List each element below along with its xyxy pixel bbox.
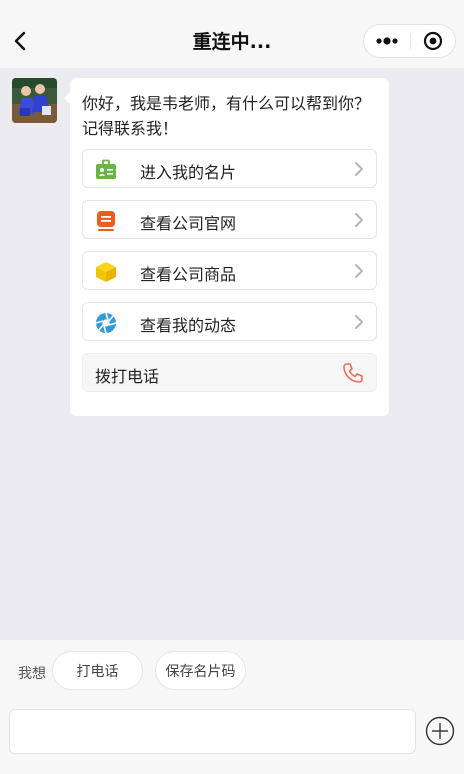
chevron-right-icon xyxy=(355,162,363,176)
menu-item-label: 查看公司官网 xyxy=(140,214,237,233)
call-phone-button[interactable]: 拨打电话 xyxy=(82,353,377,392)
add-attachment-button[interactable] xyxy=(425,716,455,746)
more-dots-icon xyxy=(376,37,398,45)
more-button[interactable] xyxy=(364,25,410,57)
menu-item-my-moments[interactable]: 查看我的动态 xyxy=(82,302,377,341)
website-icon xyxy=(97,211,115,231)
quick-reply-label: 我想 xyxy=(18,666,46,682)
camera-aperture-icon xyxy=(95,312,117,334)
target-circle-icon xyxy=(423,31,443,51)
menu-item-business-card[interactable]: 进入我的名片 xyxy=(82,149,377,188)
chevron-right-icon xyxy=(355,264,363,278)
phone-icon xyxy=(343,363,363,383)
call-phone-label: 拨打电话 xyxy=(95,367,160,386)
message-input[interactable] xyxy=(9,709,416,754)
product-box-icon xyxy=(96,262,116,282)
business-card-icon xyxy=(96,159,116,179)
bottom-bar: 我想 打电话 保存名片码 xyxy=(0,640,464,774)
navigation-bar: 重连中... xyxy=(0,0,464,68)
avatar-photo xyxy=(12,78,57,123)
quick-reply-save-card-code-chip[interactable]: 保存名片码 xyxy=(155,651,246,690)
chevron-right-icon xyxy=(355,315,363,329)
menu-item-company-products[interactable]: 查看公司商品 xyxy=(82,251,377,290)
greeting-text: 你好，我是韦老师，有什么可以帮到你？记得联系我！ xyxy=(82,94,371,138)
message-bubble: 你好，我是韦老师，有什么可以帮到你？记得联系我！ 进入我的名片 查看公司官网 查… xyxy=(64,78,389,416)
quick-reply-call-chip[interactable]: 打电话 xyxy=(52,651,143,690)
close-miniprogram-button[interactable] xyxy=(411,25,456,57)
menu-item-label: 进入我的名片 xyxy=(140,163,237,182)
menu-item-label: 查看公司商品 xyxy=(140,265,237,284)
menu-capsule xyxy=(363,24,456,58)
chevron-right-icon xyxy=(355,213,363,227)
plus-circle-icon xyxy=(425,716,455,746)
menu-item-company-website[interactable]: 查看公司官网 xyxy=(82,200,377,239)
menu-item-label: 查看我的动态 xyxy=(140,316,237,335)
avatar[interactable] xyxy=(12,78,57,123)
